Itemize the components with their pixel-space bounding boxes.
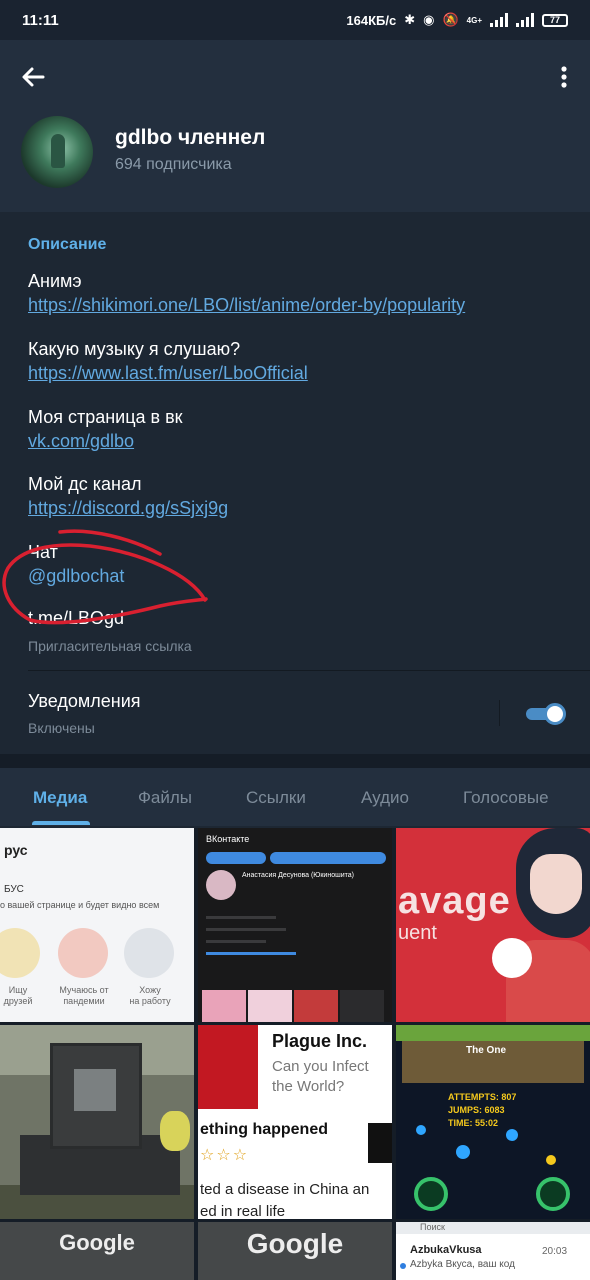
notifications-status: Включены	[28, 720, 95, 736]
thumb-text: Google	[59, 1230, 135, 1255]
media-thumbnail[interactable]: рус БУС о вашей странице и будет видно в…	[0, 828, 194, 1022]
thumb-text: Поиск	[396, 1222, 590, 1234]
thumb-text: Can you Infect the World?	[272, 1058, 369, 1095]
thumb-text: Мучаюсь от пандемии	[59, 985, 109, 1006]
thumb-text: uent	[398, 922, 437, 944]
network-speed: 164КБ/с	[346, 12, 397, 28]
thumb-text: Google	[246, 1228, 344, 1259]
status-bar: 11:11 164КБ/с ✱ ◉ 🔕 4G+ 77	[0, 0, 590, 40]
thumb-text: 20:03	[542, 1246, 568, 1257]
thumb-text: Ищу друзей	[3, 985, 33, 1006]
vk-link[interactable]: vk.com/gdlbo	[28, 431, 134, 452]
active-tab-indicator	[32, 821, 90, 825]
thumb-text: ething happened	[200, 1121, 328, 1138]
thumb-text: The One	[466, 1045, 507, 1056]
thumb-text: БУС	[4, 884, 24, 895]
invite-link-label: Пригласительная ссылка	[28, 638, 192, 654]
signal-icon-2	[516, 13, 534, 27]
thumb-text: Хожу на работу	[129, 985, 171, 1006]
battery-icon: 77	[542, 13, 568, 27]
channel-avatar[interactable]	[21, 116, 93, 188]
anime-link[interactable]: https://shikimori.one/LBO/list/anime/ord…	[28, 295, 465, 316]
thumb-text: ted a disease in China an ed in real lif…	[200, 1181, 370, 1219]
channel-name: gdlbo членнел	[115, 126, 266, 149]
tab-links[interactable]: Ссылки	[246, 788, 306, 808]
tab-files[interactable]: Файлы	[138, 788, 192, 808]
description-line: Моя страница в вк	[28, 407, 183, 427]
media-grid: рус БУС о вашей странице и будет видно в…	[0, 828, 590, 1280]
thumb-text: Plague Inc.	[272, 1031, 368, 1051]
more-vertical-icon	[561, 66, 567, 88]
subscriber-count: 694 подписчика	[115, 156, 232, 173]
data-saver-icon: ◉	[423, 12, 435, 27]
media-thumbnail[interactable]: ВКонтакте Анастасия Десунова (Юкиношита)	[198, 828, 392, 1022]
description-line: Мой дс канал	[28, 474, 142, 494]
red-annotation-scribble	[2, 529, 208, 625]
media-thumbnail[interactable]: Поиск AzbukaVkusa 20:03 Azbyka Вкуса, ва…	[396, 1222, 590, 1280]
thumb-text: рус	[4, 842, 28, 858]
notifications-toggle[interactable]	[524, 702, 566, 726]
thumb-text: avage	[398, 880, 511, 922]
discord-link[interactable]: https://discord.gg/sSjxj9g	[28, 498, 228, 519]
mute-icon: 🔕	[442, 12, 459, 27]
thumb-text: о вашей странице и будет видно всем	[0, 900, 160, 910]
rating-stars: ☆☆☆	[200, 1147, 250, 1164]
description-line: Анимэ	[28, 271, 82, 291]
channel-info: Описание Анимэ https://shikimori.one/LBO…	[0, 212, 590, 754]
vertical-separator	[499, 700, 500, 726]
more-options-button[interactable]	[552, 60, 576, 94]
tab-audio[interactable]: Аудио	[361, 788, 409, 808]
status-icons: 164КБ/с ✱ ◉ 🔕 4G+ 77	[346, 12, 568, 28]
media-thumbnail[interactable]: Plague Inc. Can you Infect the World? et…	[198, 1025, 392, 1219]
tab-media[interactable]: Медиа	[33, 788, 87, 808]
media-thumbnail[interactable]	[0, 1025, 194, 1219]
status-time: 11:11	[22, 11, 59, 29]
media-thumbnail[interactable]: Google	[0, 1222, 194, 1280]
thumb-text: ВКонтакте	[206, 834, 250, 844]
thumb-text: ATTEMPTS: 807 JUMPS: 6083 TIME: 55:02	[448, 1092, 517, 1128]
thumb-text: Azbyka Вкуса, ваш код	[410, 1259, 515, 1270]
signal-icon	[490, 13, 508, 27]
divider	[28, 670, 590, 671]
shared-media-tabs: Медиа Файлы Ссылки Аудио Голосовые	[0, 768, 590, 826]
bluetooth-icon: ✱	[404, 12, 416, 27]
description-title: Описание	[28, 236, 107, 253]
network-type: 4G+	[466, 15, 482, 25]
section-gap	[0, 754, 590, 768]
thumb-text: AzbukaVkusa	[410, 1244, 482, 1256]
media-thumbnail[interactable]: avage uent	[396, 828, 590, 1022]
notifications-title: Уведомления	[28, 691, 141, 711]
back-arrow-icon	[22, 67, 45, 87]
lastfm-link[interactable]: https://www.last.fm/user/LboOfficial	[28, 363, 308, 384]
back-button[interactable]	[16, 60, 50, 94]
media-thumbnail[interactable]: Google	[198, 1222, 392, 1280]
media-thumbnail[interactable]: The One ATTEMPTS: 807 JUMPS: 6083 TIME: …	[396, 1025, 590, 1219]
thumb-text: Анастасия Десунова (Юкиношита)	[242, 872, 354, 879]
tab-voice[interactable]: Голосовые	[463, 788, 549, 808]
description-line: Какую музыку я слушаю?	[28, 339, 241, 359]
channel-header: gdlbo членнел 694 подписчика	[0, 40, 590, 212]
